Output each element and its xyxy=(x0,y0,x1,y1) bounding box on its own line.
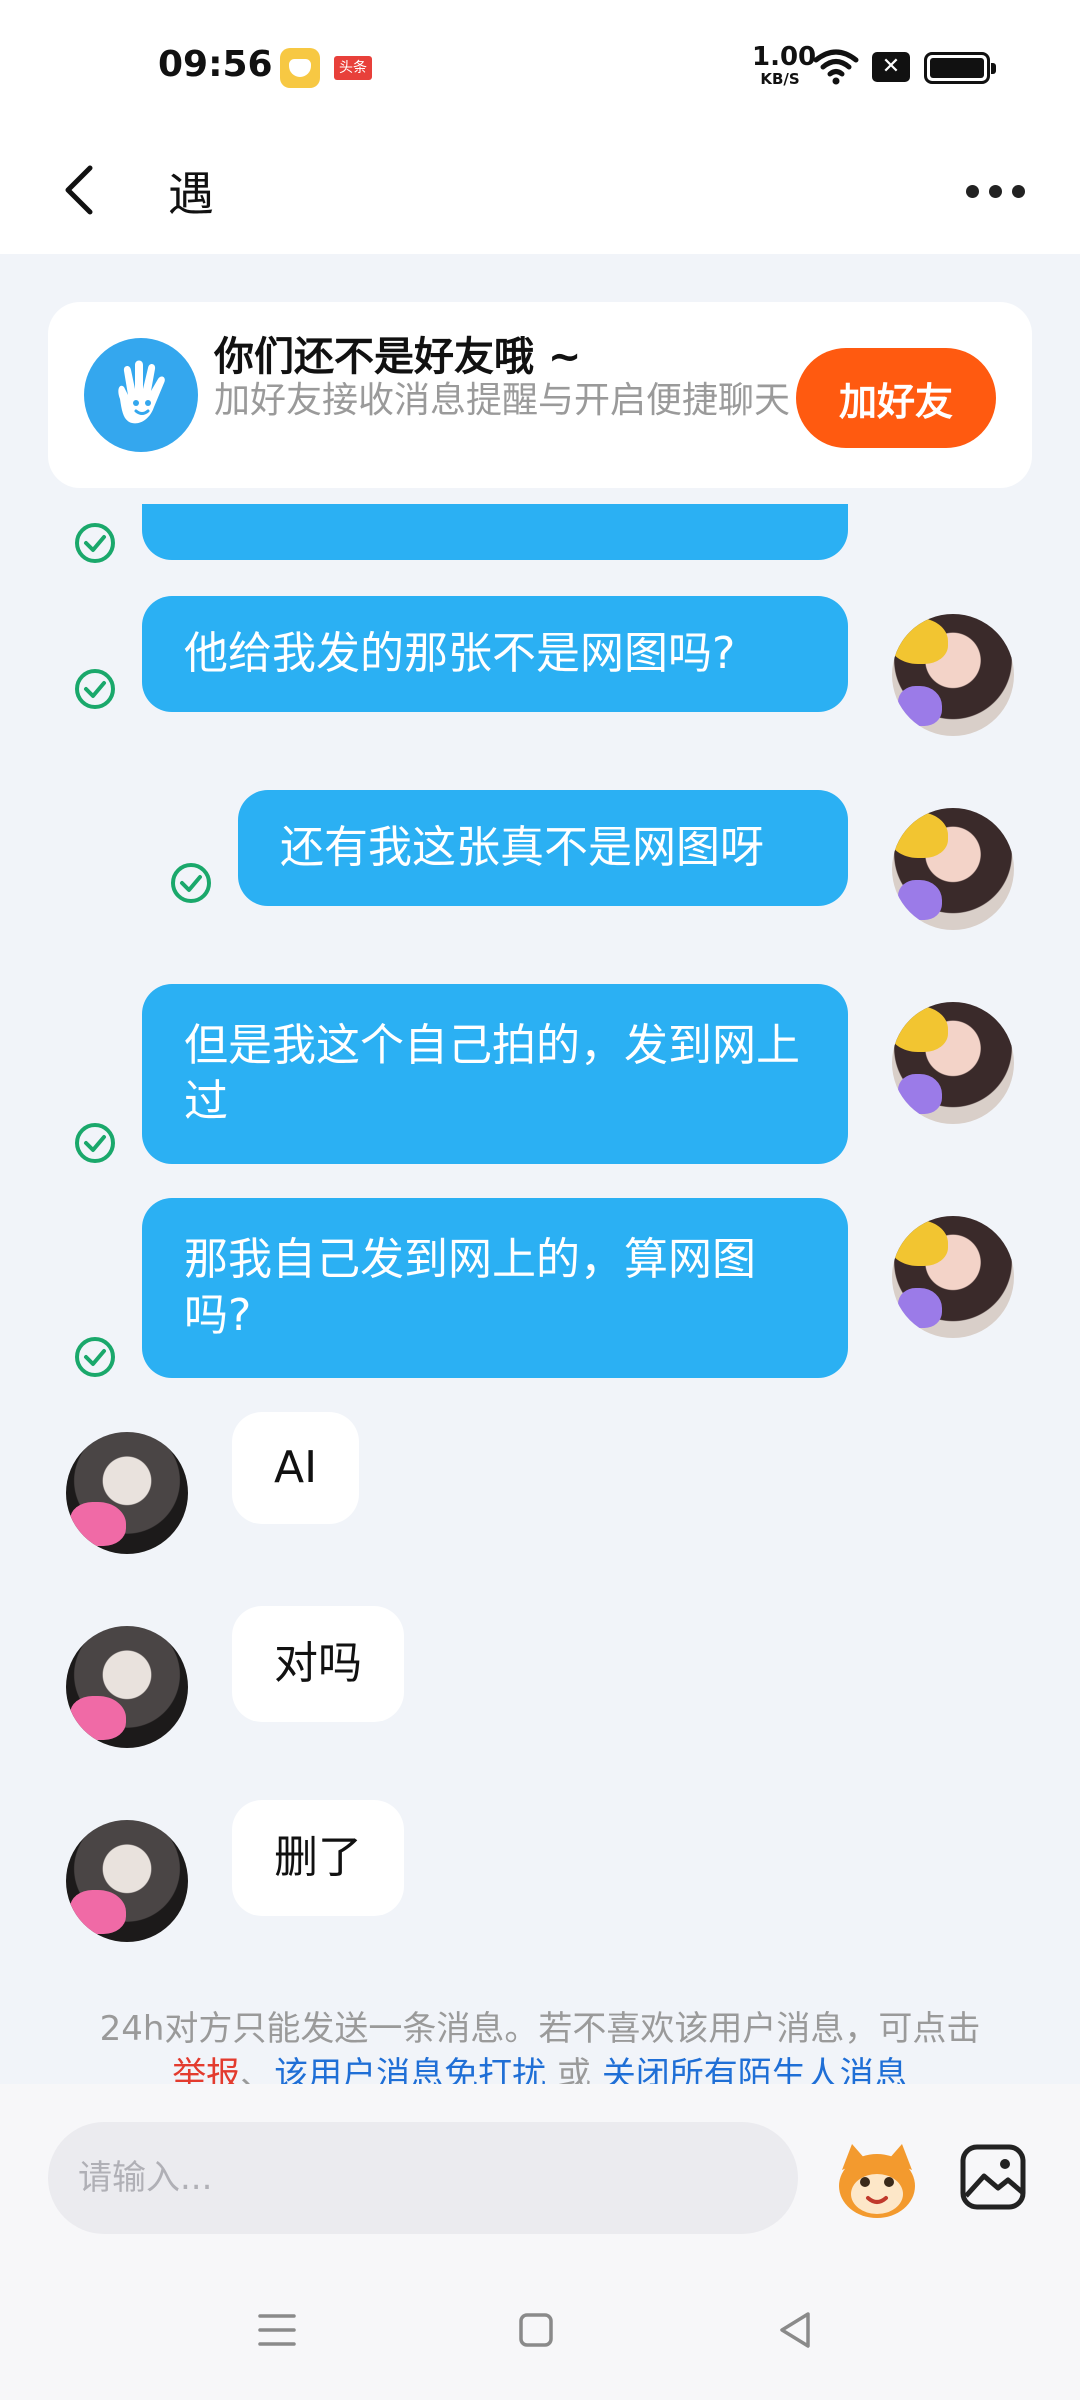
notice-text: 24h对方只能发送一条消息。若不喜欢该用户消息，可点击 xyxy=(99,2009,981,2049)
status-bar: 09:56 头条 1.00 KB/S ✕ xyxy=(0,0,1080,128)
no-sim-icon: ✕ xyxy=(872,52,910,82)
message-input[interactable] xyxy=(48,2122,798,2234)
mute-user-link[interactable]: 该用户消息免打扰 xyxy=(274,2055,546,2084)
app-notification-icon xyxy=(280,48,320,88)
read-check-icon xyxy=(75,523,115,563)
banner-subtitle: 加好友接收消息提醒与开启便捷聊天 xyxy=(214,380,791,421)
network-speed: 1.00 KB/S xyxy=(752,42,817,88)
status-time: 09:56 xyxy=(158,44,273,85)
image-picker-icon[interactable] xyxy=(958,2142,1028,2212)
network-speed-unit: KB/S xyxy=(760,70,800,88)
my-avatar[interactable] xyxy=(892,1002,1014,1124)
message-bubble-received[interactable]: 删了 xyxy=(232,1800,404,1916)
report-link[interactable]: 举报 xyxy=(172,2055,240,2084)
add-friend-button[interactable]: 加好友 xyxy=(796,348,996,448)
wifi-icon xyxy=(813,49,859,85)
notice-separator: 、 xyxy=(240,2055,275,2084)
read-check-icon xyxy=(75,1337,115,1377)
read-check-icon xyxy=(75,669,115,709)
contact-avatar[interactable] xyxy=(66,1820,188,1942)
message-bubble-sent[interactable]: 他给我发的那张不是网图吗? xyxy=(142,596,848,712)
message-bubble-sent[interactable]: 但是我这个自己拍的，发到网上过 xyxy=(142,984,848,1164)
my-avatar[interactable] xyxy=(892,808,1014,930)
message-bubble-partial[interactable] xyxy=(142,504,848,560)
sticker-button[interactable] xyxy=(832,2140,922,2222)
recent-apps-icon[interactable] xyxy=(256,2310,298,2350)
read-check-icon xyxy=(75,1123,115,1163)
message-bubble-received[interactable]: AI xyxy=(232,1412,360,1524)
contact-avatar[interactable] xyxy=(66,1432,188,1554)
input-bar xyxy=(0,2084,1080,2260)
more-options-icon[interactable] xyxy=(966,178,1026,204)
chat-area[interactable]: 你们还不是好友哦 ~ 加好友接收消息提醒与开启便捷聊天 加好友 他给我发的那张不… xyxy=(0,254,1080,2084)
message-bubble-sent[interactable]: 还有我这张真不是网图呀 xyxy=(238,790,848,906)
message-bubble-received[interactable]: 对吗 xyxy=(232,1606,404,1722)
back-arrow-icon[interactable] xyxy=(56,160,106,220)
stranger-message-notice: 24h对方只能发送一条消息。若不喜欢该用户消息，可点击 举报、该用户消息免打扰 … xyxy=(0,2006,1080,2084)
read-check-icon xyxy=(171,863,211,903)
banner-title: 你们还不是好友哦 ~ xyxy=(214,334,582,380)
my-avatar[interactable] xyxy=(892,614,1014,736)
message-bubble-sent[interactable]: 那我自己发到网上的，算网图吗? xyxy=(142,1198,848,1378)
system-nav-bar xyxy=(0,2260,1080,2400)
notice-or: 或 xyxy=(557,2055,591,2084)
network-speed-value: 1.00 xyxy=(752,42,817,72)
add-friend-banner: 你们还不是好友哦 ~ 加好友接收消息提醒与开启便捷聊天 加好友 xyxy=(48,302,1032,488)
contact-avatar[interactable] xyxy=(66,1626,188,1748)
my-avatar[interactable] xyxy=(892,1216,1014,1338)
chat-title: 遇 xyxy=(168,167,214,221)
home-icon[interactable] xyxy=(518,2310,554,2350)
chat-header: 遇 xyxy=(0,128,1080,254)
news-app-badge: 头条 xyxy=(334,56,372,80)
system-back-icon[interactable] xyxy=(776,2308,812,2352)
battery-icon xyxy=(924,52,996,84)
close-stranger-messages-link[interactable]: 关闭所有陌生人消息 xyxy=(602,2055,908,2084)
wave-hand-icon xyxy=(84,338,198,452)
